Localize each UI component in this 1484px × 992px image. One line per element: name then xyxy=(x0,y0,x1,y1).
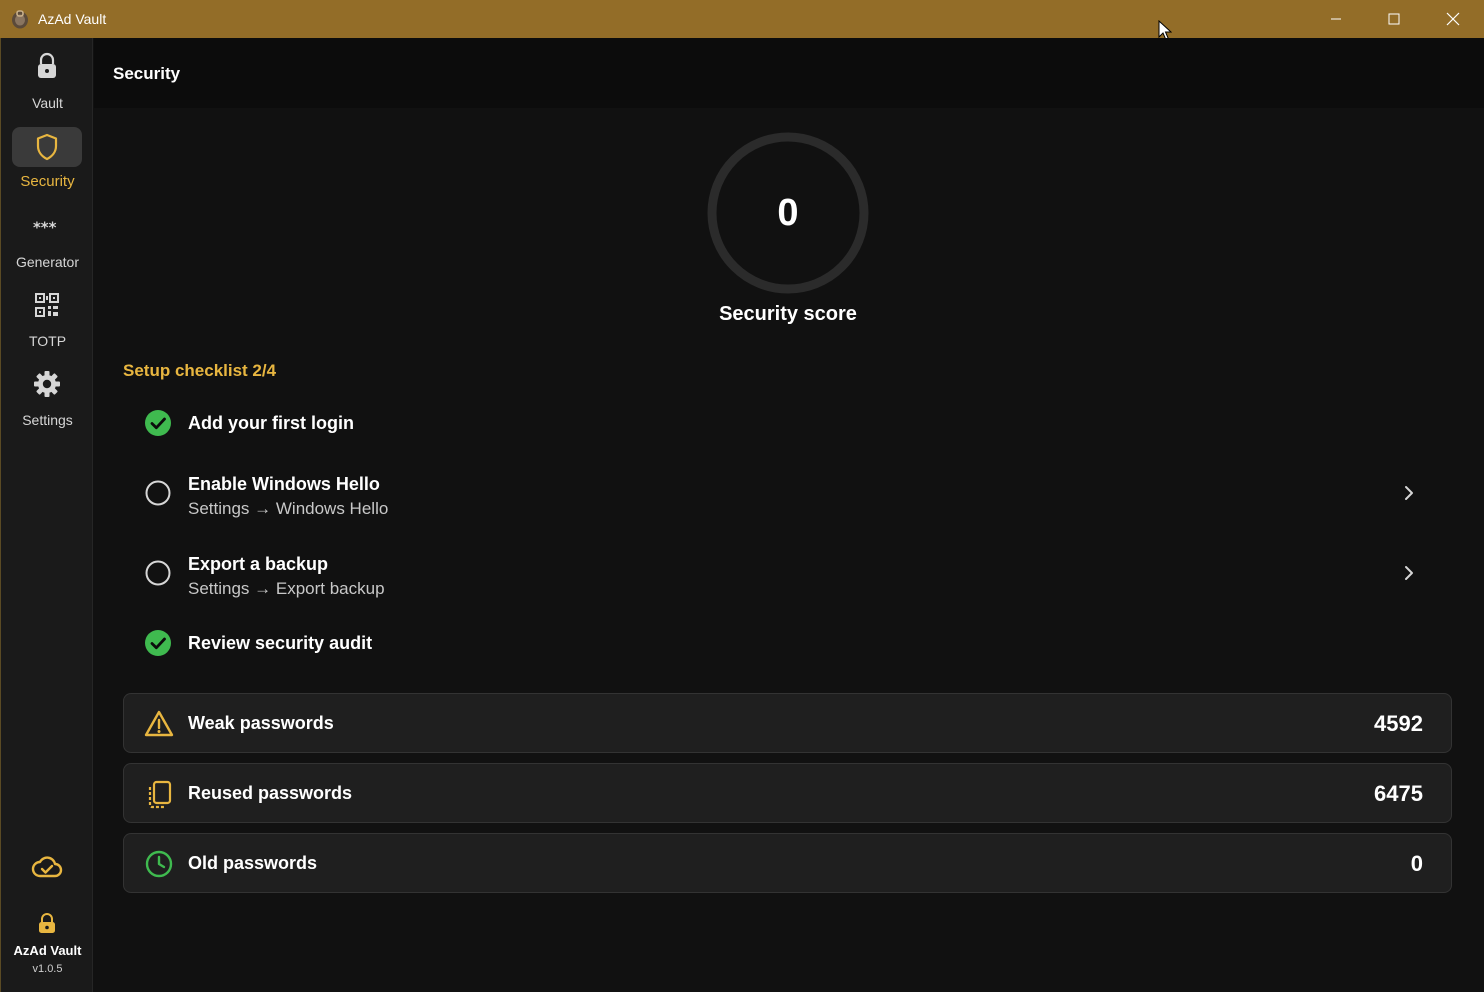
minimize-icon xyxy=(1331,18,1341,20)
clock-icon xyxy=(145,850,173,878)
svg-text:***: *** xyxy=(33,219,57,234)
maximize-icon xyxy=(1388,13,1400,25)
brand-name: AzAd Vault xyxy=(13,943,82,958)
old-passwords-card[interactable]: Old passwords 0 xyxy=(123,833,1452,893)
checklist-item-title: Enable Windows Hello xyxy=(188,474,380,494)
security-score-value: 0 xyxy=(777,192,799,234)
cloud-check-icon[interactable] xyxy=(31,854,63,880)
checklist-item-review-audit: Review security audit xyxy=(124,628,1434,660)
stat-label: Old passwords xyxy=(188,853,318,873)
app-version: v1.0.5 xyxy=(32,963,63,975)
sidebar-item-label: Vault xyxy=(32,95,63,111)
sidebar-item-settings[interactable]: Settings xyxy=(1,370,94,444)
stat-value: 6475 xyxy=(1374,781,1423,806)
checklist-item-add-login: Add your first login xyxy=(124,408,1434,440)
checklist-item-subtitle: Settings → Export backup xyxy=(188,579,385,598)
asterisks-icon: *** xyxy=(33,212,61,240)
checklist-item-title: Export a backup xyxy=(188,554,329,574)
sidebar-item-label: Generator xyxy=(15,254,80,270)
checklist-item-title: Review security audit xyxy=(188,633,373,653)
sidebar-item-totp[interactable]: TOTP xyxy=(1,291,94,365)
sidebar-item-label: TOTP xyxy=(28,333,67,349)
sidebar-item-label: Settings xyxy=(22,412,73,428)
sidebar: Vault Security *** Generator TOTP Settin… xyxy=(0,38,93,992)
app-logo-icon xyxy=(12,10,28,29)
sidebar-item-generator[interactable]: *** Generator xyxy=(1,212,94,286)
sidebar-item-security[interactable]: Security xyxy=(1,127,94,201)
checklist-item-windows-hello[interactable]: Enable Windows Hello Settings → Windows … xyxy=(124,470,1434,520)
stat-value: 4592 xyxy=(1374,711,1423,736)
close-icon xyxy=(1446,12,1460,26)
page-title: Security xyxy=(113,64,181,83)
warning-icon xyxy=(144,710,174,737)
reused-passwords-card[interactable]: Reused passwords 6475 xyxy=(123,763,1452,823)
empty-circle-icon xyxy=(145,560,171,586)
sidebar-item-vault[interactable]: Vault xyxy=(1,52,94,126)
check-circle-icon xyxy=(145,410,171,436)
stat-label: Weak passwords xyxy=(188,713,334,733)
chevron-right-icon xyxy=(1405,486,1413,500)
sidebar-item-label: Security xyxy=(20,173,75,190)
minimize-button[interactable] xyxy=(1307,0,1365,38)
chevron-right-icon xyxy=(1405,566,1413,580)
checklist-item-title: Add your first login xyxy=(188,413,354,433)
page-header: Security xyxy=(94,38,1484,108)
stat-value: 0 xyxy=(1410,851,1423,876)
empty-circle-icon xyxy=(145,480,171,506)
shield-icon xyxy=(33,133,61,161)
gear-icon xyxy=(33,370,61,398)
copy-icon xyxy=(148,780,172,809)
security-score-label: Security score xyxy=(719,303,857,325)
brand-lock-icon xyxy=(39,913,55,933)
stat-label: Reused passwords xyxy=(188,783,353,803)
checklist-title: Setup checklist 2/4 xyxy=(123,361,277,380)
checklist-item-export-backup[interactable]: Export a backup Settings → Export backup xyxy=(124,550,1434,600)
qr-code-icon xyxy=(33,291,61,319)
checklist-item-subtitle: Settings → Windows Hello xyxy=(188,499,389,518)
maximize-button[interactable] xyxy=(1365,0,1423,38)
close-button[interactable] xyxy=(1424,0,1482,38)
weak-passwords-card[interactable]: Weak passwords 4592 xyxy=(123,693,1452,753)
title-bar[interactable]: AzAd Vault xyxy=(0,0,1484,41)
window-title: AzAd Vault xyxy=(38,11,107,27)
check-circle-icon xyxy=(145,630,171,656)
lock-icon xyxy=(33,52,61,80)
